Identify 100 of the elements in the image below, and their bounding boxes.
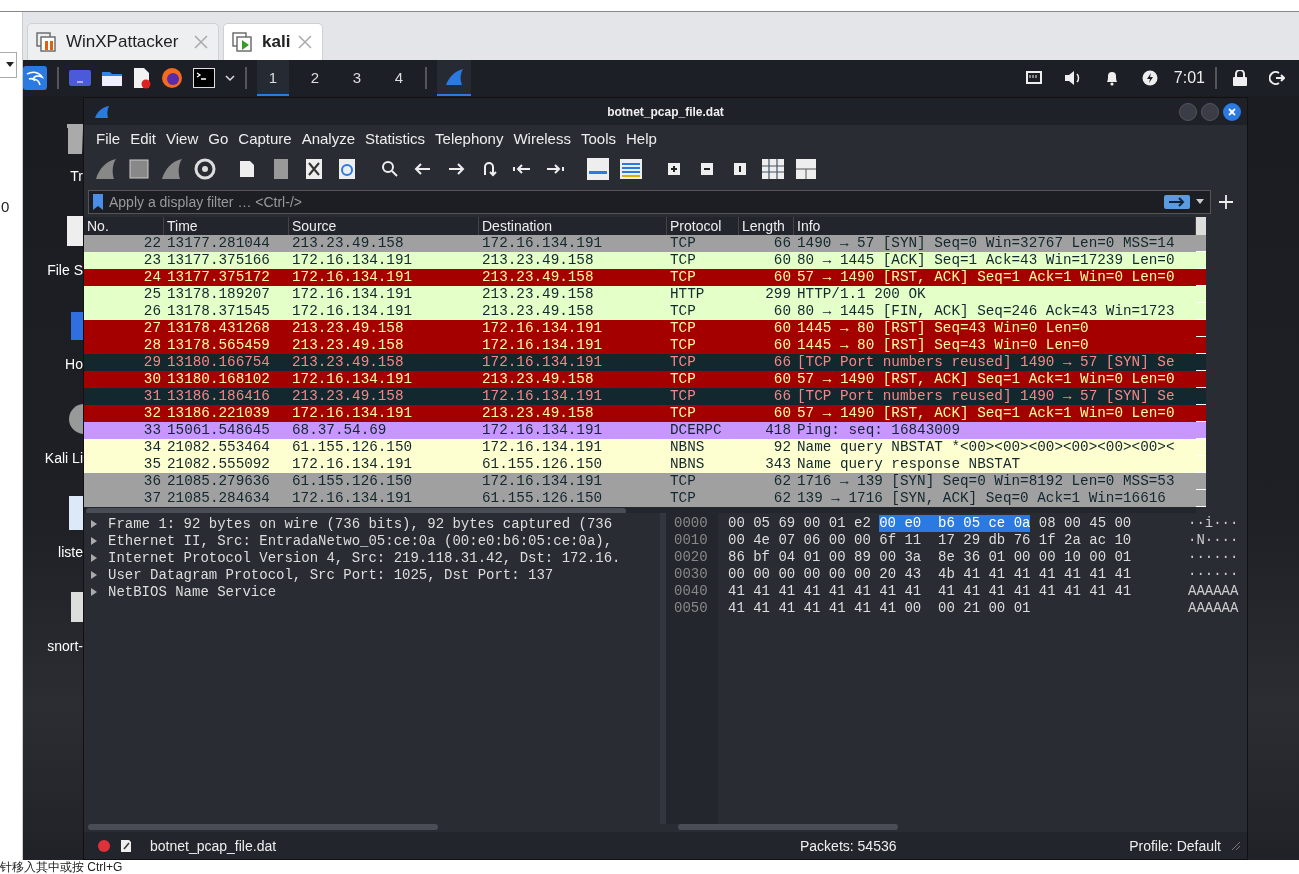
filter-input[interactable]: Apply a display filter … <Ctrl-/>: [109, 194, 1158, 210]
icon-label: Kali Li: [44, 450, 83, 466]
menu-item[interactable]: Telephony: [435, 129, 504, 147]
layout-icon[interactable]: [794, 157, 818, 181]
resize-grip-icon[interactable]: [1231, 840, 1241, 851]
edit-note-icon[interactable]: [120, 838, 132, 853]
hex-bytes[interactable]: 41 41 41 41 41 41 41 41 41 41 41 41 41 41 41 41: [728, 583, 1132, 600]
packet-row[interactable]: 32 13186.221039 172.16.134.191 213.23.49.158 TCP 60 57 → 1490 [RST, ACK] Seq=1 Ack=1 Win=0 Len=0: [84, 405, 1196, 422]
workspace-button[interactable]: 4: [383, 60, 415, 96]
packet-row[interactable]: 29 13180.166754 213.23.49.158 172.16.134.191 TCP 66 [TCP Port numbers reused] 1490 → 57 [SYN] Se: [84, 354, 1196, 371]
packet-row[interactable]: 23 13177.375166 172.16.134.191 213.23.49.158 TCP 60 80 → 1445 [ACK] Seq=1 Ack=43 Win=17239 Len=0: [84, 252, 1196, 269]
add-icon[interactable]: [1219, 195, 1233, 209]
doc-icon[interactable]: [67, 496, 83, 530]
packet-row[interactable]: 33 15061.548645 68.37.54.69 172.16.134.191 DCERPC 418 Ping: seq: 16843009: [84, 422, 1196, 439]
hex-bytes[interactable]: 41 41 41 41 41 41 41 00 00 21 00 01: [728, 600, 1031, 617]
logout-icon[interactable]: [1269, 70, 1285, 86]
menu-item[interactable]: Tools: [580, 129, 616, 147]
menu-item[interactable]: Edit: [130, 129, 157, 147]
hex-bytes[interactable]: 00 4e 07 06 00 00 6f 11 17 29 db 76 1f 2a ac 10: [728, 532, 1132, 549]
table-cell-text: 35: [142, 456, 162, 473]
offset-text: 0050: [673, 600, 709, 617]
packet-row[interactable]: 34 21082.553464 61.155.126.150 172.16.134.191 NBNS 92 Name query NBSTAT *<00><00><00><00><00><00><: [84, 439, 1196, 456]
packet-row[interactable]: 22 13177.281044 213.23.49.158 172.16.134.191 TCP 66 1490 → 57 [SYN] Seq=0 Win=32767 Len=0 MSS=14: [84, 235, 1196, 252]
hex-bytes[interactable]: 08 00 45 00: [1038, 515, 1132, 532]
vm-tab[interactable]: kali: [223, 23, 324, 60]
tree-item[interactable]: User Datagram Protocol, Src Port: 1025, Dst Port: 137: [108, 566, 554, 583]
packet-row[interactable]: 36 21085.279636 61.155.126.150 172.16.134.191 TCP 62 1716 → 139 [SYN] Seq=0 Win=8192 Len=0 MSS=53: [84, 473, 1196, 490]
menu-item[interactable]: Wireless: [513, 129, 571, 147]
close-button[interactable]: [1223, 102, 1241, 121]
packet-row[interactable]: 26 13178.371545 172.16.134.191 213.23.49.158 TCP 60 80 → 1445 [FIN, ACK] Seq=246 Ack=43 Win=1723: [84, 303, 1196, 320]
menu-item[interactable]: Analyze: [301, 129, 356, 147]
table-cell-text: 13180.168102: [166, 371, 271, 388]
menu-item[interactable]: Go: [208, 129, 229, 147]
tree-item[interactable]: NetBIOS Name Service: [108, 583, 277, 600]
workspace-button[interactable]: 2: [299, 60, 331, 96]
table-cell-text: 213.23.49.158: [481, 303, 595, 320]
packet-row[interactable]: 25 13178.189207 172.16.134.191 213.23.49.158 HTTP 299 HTTP/1.1 200 OK: [84, 286, 1196, 303]
packet-row[interactable]: 35 21082.555092 172.16.134.191 61.155.126.150 NBNS 343 Name query response NBSTAT: [84, 456, 1196, 473]
stop-icon[interactable]: [127, 157, 151, 181]
filter-field[interactable]: Apply a display filter … <Ctrl-/>: [88, 190, 1211, 214]
workspace-button[interactable]: 3: [341, 60, 373, 96]
browser-icon[interactable]: [161, 67, 183, 89]
table-cell-text: 1445 → 80 [RST] Seq=43 Win=0 Len=0: [796, 320, 1090, 337]
expand-arrow-icon[interactable]: [90, 570, 98, 579]
settings-icon[interactable]: [193, 157, 217, 181]
bookmark-icon[interactable]: [93, 194, 103, 210]
drive-icon[interactable]: [67, 214, 83, 248]
tree-item[interactable]: Internet Protocol Version 4, Src: 219.118.31.42, Dst: 172.16.: [108, 549, 621, 566]
hex-bytes[interactable]: 86 bf 04 01 00 89 00 3a 8e 36 01 00 00 10 00 01: [728, 549, 1132, 566]
menu-item[interactable]: Help: [626, 129, 657, 147]
tree-item[interactable]: Ethernet II, Src: EntradaNetwo_05:ce:0a (00:e0:b6:05:ce:0a),: [108, 532, 613, 549]
table-cell-text: 213.23.49.158: [291, 337, 405, 354]
network-icon[interactable]: [1025, 71, 1042, 85]
power-icon[interactable]: [1141, 70, 1158, 86]
packet-row[interactable]: 24 13177.375172 172.16.134.191 213.23.49.158 TCP 60 57 → 1490 [RST, ACK] Seq=1 Ack=1 Win=0 Len=0: [84, 269, 1196, 286]
expand-arrow-icon[interactable]: [90, 587, 98, 596]
dropdown-field[interactable]: [0, 52, 17, 78]
menu-item[interactable]: File: [96, 129, 121, 147]
menu-item[interactable]: Capture: [238, 129, 292, 147]
document-icon[interactable]: [133, 67, 151, 89]
dragon-logo-icon[interactable]: [23, 66, 47, 90]
window-title: botnet_pcap_file.dat: [607, 104, 724, 119]
autoscroll-icon[interactable]: [586, 157, 610, 181]
fin-icon[interactable]: [94, 157, 118, 181]
grid-icon[interactable]: [761, 157, 785, 181]
expand-arrow-icon[interactable]: [90, 536, 98, 545]
offset-text: 0040: [673, 583, 709, 600]
packet-row[interactable]: 30 13180.168102 172.16.134.191 213.23.49.158 TCP 60 57 → 1490 [RST, ACK] Seq=1 Ack=1 Win=0 Len=0: [84, 371, 1196, 388]
caret-icon[interactable]: [225, 74, 235, 82]
tree-item[interactable]: Frame 1: 92 bytes on wire (736 bits), 92 bytes captured (736: [108, 515, 613, 532]
folder-icon[interactable]: [101, 69, 123, 87]
profile-text[interactable]: Profile: Default: [1129, 837, 1221, 854]
packet-minimap[interactable]: [1196, 217, 1206, 507]
packet-row[interactable]: 31 13186.186416 213.23.49.158 172.16.134.191 TCP 66 [TCP Port numbers reused] 1490 → 57 [SYN] Se: [84, 388, 1196, 405]
terminal-icon[interactable]: [193, 68, 215, 88]
packet-row[interactable]: 27 13178.431268 213.23.49.158 172.16.134.191 TCP 60 1445 → 80 [RST] Seq=43 Win=0 Len=0: [84, 320, 1196, 337]
menu-item[interactable]: Statistics: [365, 129, 426, 147]
workspace-button[interactable]: 1: [257, 60, 289, 96]
table-cell-text: DCERPC: [669, 422, 723, 439]
table-cell-text: TCP: [669, 371, 697, 388]
vm-tab[interactable]: WinXPattacker: [27, 23, 219, 60]
lock-icon[interactable]: [1233, 70, 1247, 86]
taskbar-app-button[interactable]: [437, 60, 471, 96]
packet-row[interactable]: 37 21085.284634 172.16.134.191 61.155.126.150 TCP 62 139 → 1716 [SYN, ACK] Seq=0 Ack=1 Win=16616: [84, 490, 1196, 507]
table-cell-text: 60: [772, 320, 792, 337]
expand-arrow-icon[interactable]: [90, 553, 98, 562]
caret-icon[interactable]: [1196, 199, 1204, 205]
table-cell-text: 57 → 1490 [RST, ACK] Seq=1 Ack=1 Win=0 Len=0: [796, 371, 1176, 388]
table-cell-text: 32: [142, 405, 162, 422]
ascii-text: AAAAAA: [1187, 600, 1239, 617]
packet-row[interactable]: 28 13178.565459 213.23.49.158 172.16.134.191 TCP 60 1445 → 80 [RST] Seq=43 Win=0 Len=0: [84, 337, 1196, 354]
colorize-icon[interactable]: [619, 157, 643, 181]
expand-arrow-icon[interactable]: [90, 519, 98, 528]
table-cell-text: 15061.548645: [166, 422, 271, 439]
menu-item[interactable]: View: [166, 129, 199, 147]
window-icon[interactable]: [69, 70, 91, 86]
hex-bytes[interactable]: 00 e0 b6 05 ce 0a: [879, 515, 1031, 532]
hex-bytes[interactable]: 00 00 00 00 00 00 20 43 4b 41 41 41 41 41 41 41: [728, 566, 1132, 583]
hex-bytes[interactable]: 00 05 69 00 01 e2: [728, 515, 871, 532]
volume-icon[interactable]: [1063, 70, 1082, 86]
